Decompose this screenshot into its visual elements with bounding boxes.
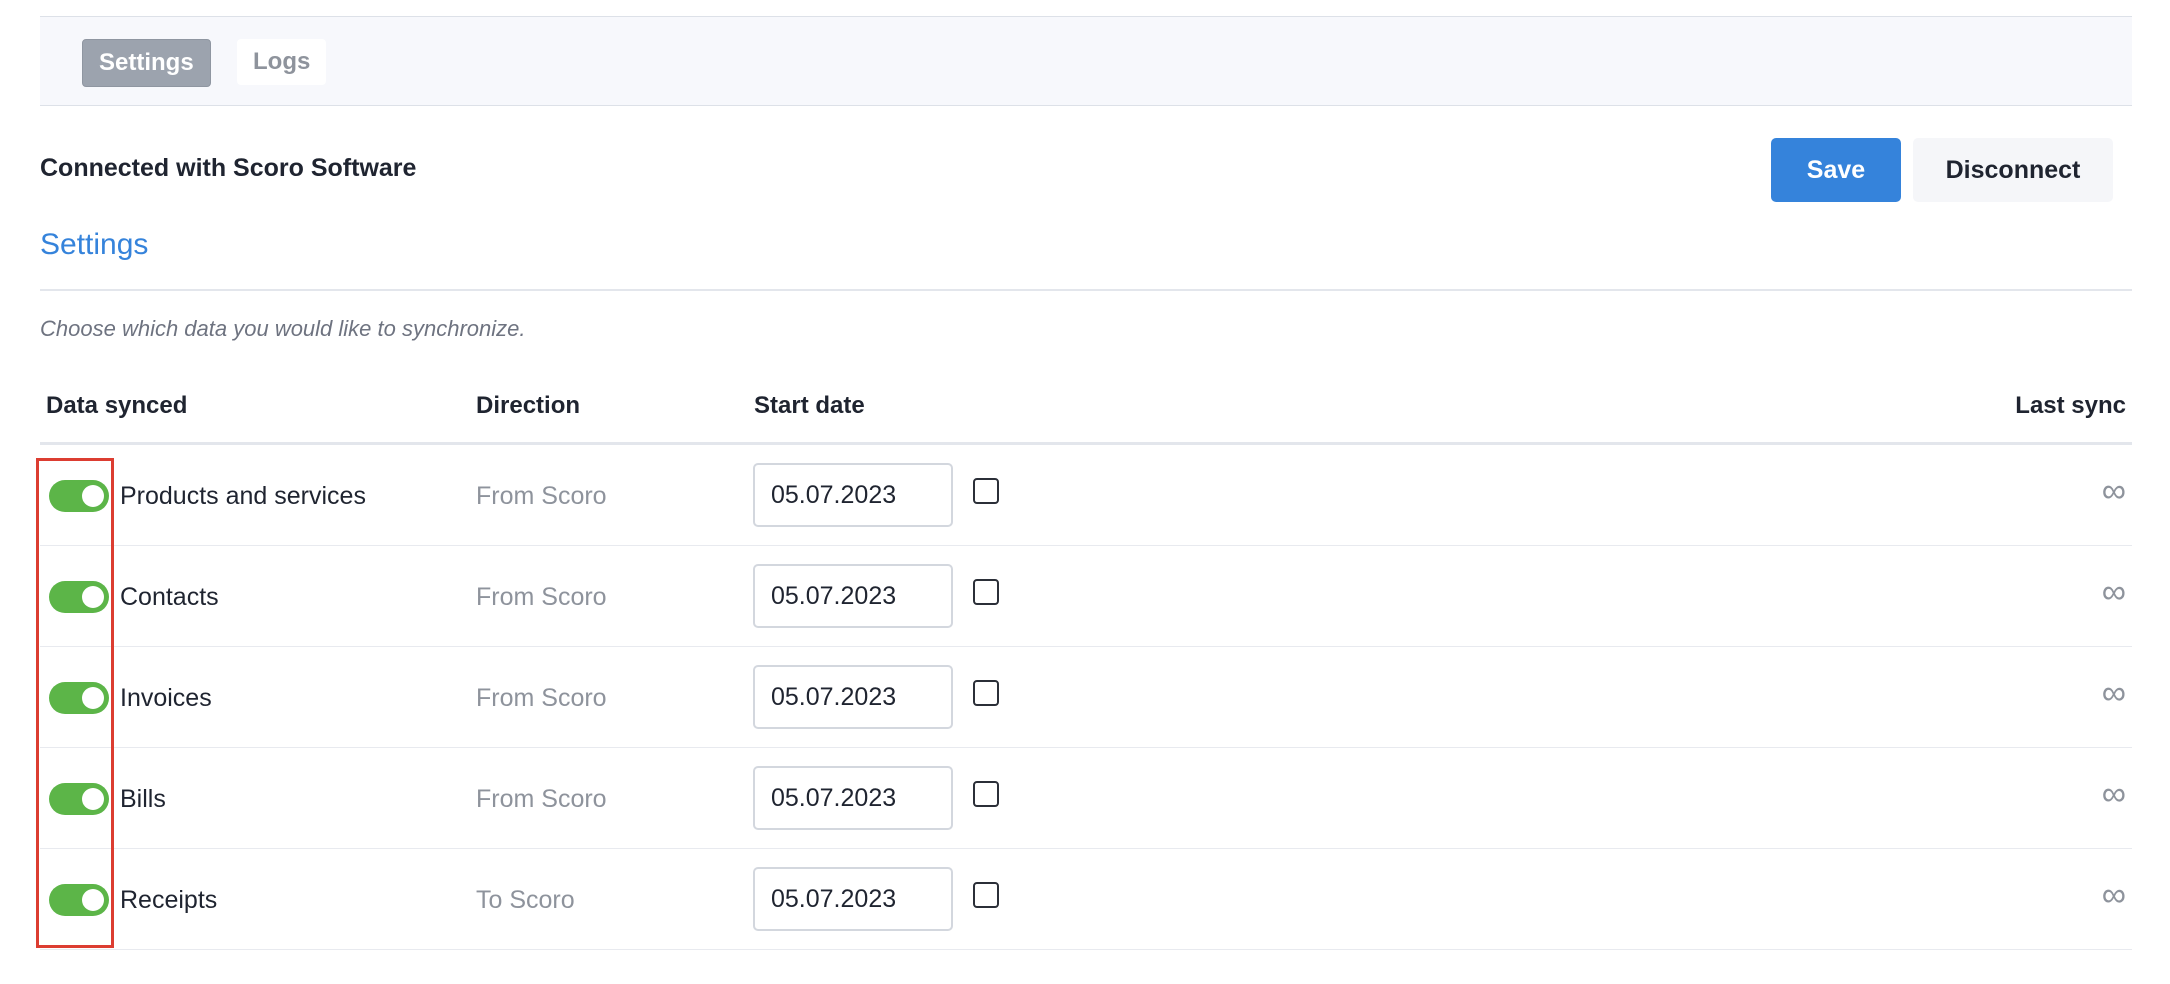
table-row: Invoices From Scoro ∞ — [40, 647, 2132, 748]
data-type-label: Products and services — [120, 482, 366, 510]
start-date-input[interactable] — [753, 463, 953, 527]
column-header-data-synced: Data synced — [46, 392, 188, 419]
save-button[interactable]: Save — [1771, 138, 1901, 202]
row-checkbox[interactable] — [973, 680, 999, 706]
toggle-knob — [82, 687, 104, 709]
sync-toggle[interactable] — [49, 682, 109, 714]
toggle-knob — [82, 788, 104, 810]
row-checkbox[interactable] — [973, 781, 999, 807]
toggle-knob — [82, 586, 104, 608]
table-row: Products and services From Scoro ∞ — [40, 445, 2132, 546]
tab-logs[interactable]: Logs — [237, 39, 327, 85]
start-date-input[interactable] — [753, 867, 953, 931]
infinity-icon: ∞ — [2101, 674, 2126, 712]
column-header-last-sync: Last sync — [2015, 392, 2126, 419]
table-row: Bills From Scoro ∞ — [40, 748, 2132, 849]
sync-toggle[interactable] — [49, 581, 109, 613]
disconnect-button[interactable]: Disconnect — [1913, 138, 2113, 202]
tabs-bar: Settings Logs — [40, 16, 2132, 106]
sync-toggle[interactable] — [49, 480, 109, 512]
table-row: Receipts To Scoro ∞ — [40, 849, 2132, 950]
start-date-input[interactable] — [753, 564, 953, 628]
direction-label: To Scoro — [476, 886, 575, 914]
column-header-start-date: Start date — [754, 392, 865, 419]
infinity-icon: ∞ — [2101, 573, 2126, 611]
data-type-label: Contacts — [120, 583, 219, 611]
sync-table-body: Products and services From Scoro ∞ Conta… — [40, 445, 2132, 950]
toggle-knob — [82, 485, 104, 507]
tab-settings[interactable]: Settings — [82, 39, 211, 87]
row-checkbox[interactable] — [973, 579, 999, 605]
sync-toggle[interactable] — [49, 884, 109, 916]
data-type-label: Receipts — [120, 886, 218, 914]
start-date-input[interactable] — [753, 766, 953, 830]
settings-section-title: Settings — [40, 228, 149, 261]
section-divider — [40, 289, 2132, 291]
row-checkbox[interactable] — [973, 882, 999, 908]
sync-toggle[interactable] — [49, 783, 109, 815]
toggle-knob — [82, 889, 104, 911]
settings-help-text: Choose which data you would like to sync… — [40, 316, 526, 341]
table-row: Contacts From Scoro ∞ — [40, 546, 2132, 647]
row-checkbox[interactable] — [973, 478, 999, 504]
infinity-icon: ∞ — [2101, 775, 2126, 813]
direction-label: From Scoro — [476, 482, 607, 510]
infinity-icon: ∞ — [2101, 876, 2126, 914]
connection-status-label: Connected with Scoro Software — [40, 154, 417, 182]
direction-label: From Scoro — [476, 785, 607, 813]
column-header-direction: Direction — [476, 392, 581, 419]
infinity-icon: ∞ — [2101, 472, 2126, 510]
data-type-label: Invoices — [120, 684, 212, 712]
data-type-label: Bills — [120, 785, 166, 813]
direction-label: From Scoro — [476, 684, 607, 712]
start-date-input[interactable] — [753, 665, 953, 729]
direction-label: From Scoro — [476, 583, 607, 611]
